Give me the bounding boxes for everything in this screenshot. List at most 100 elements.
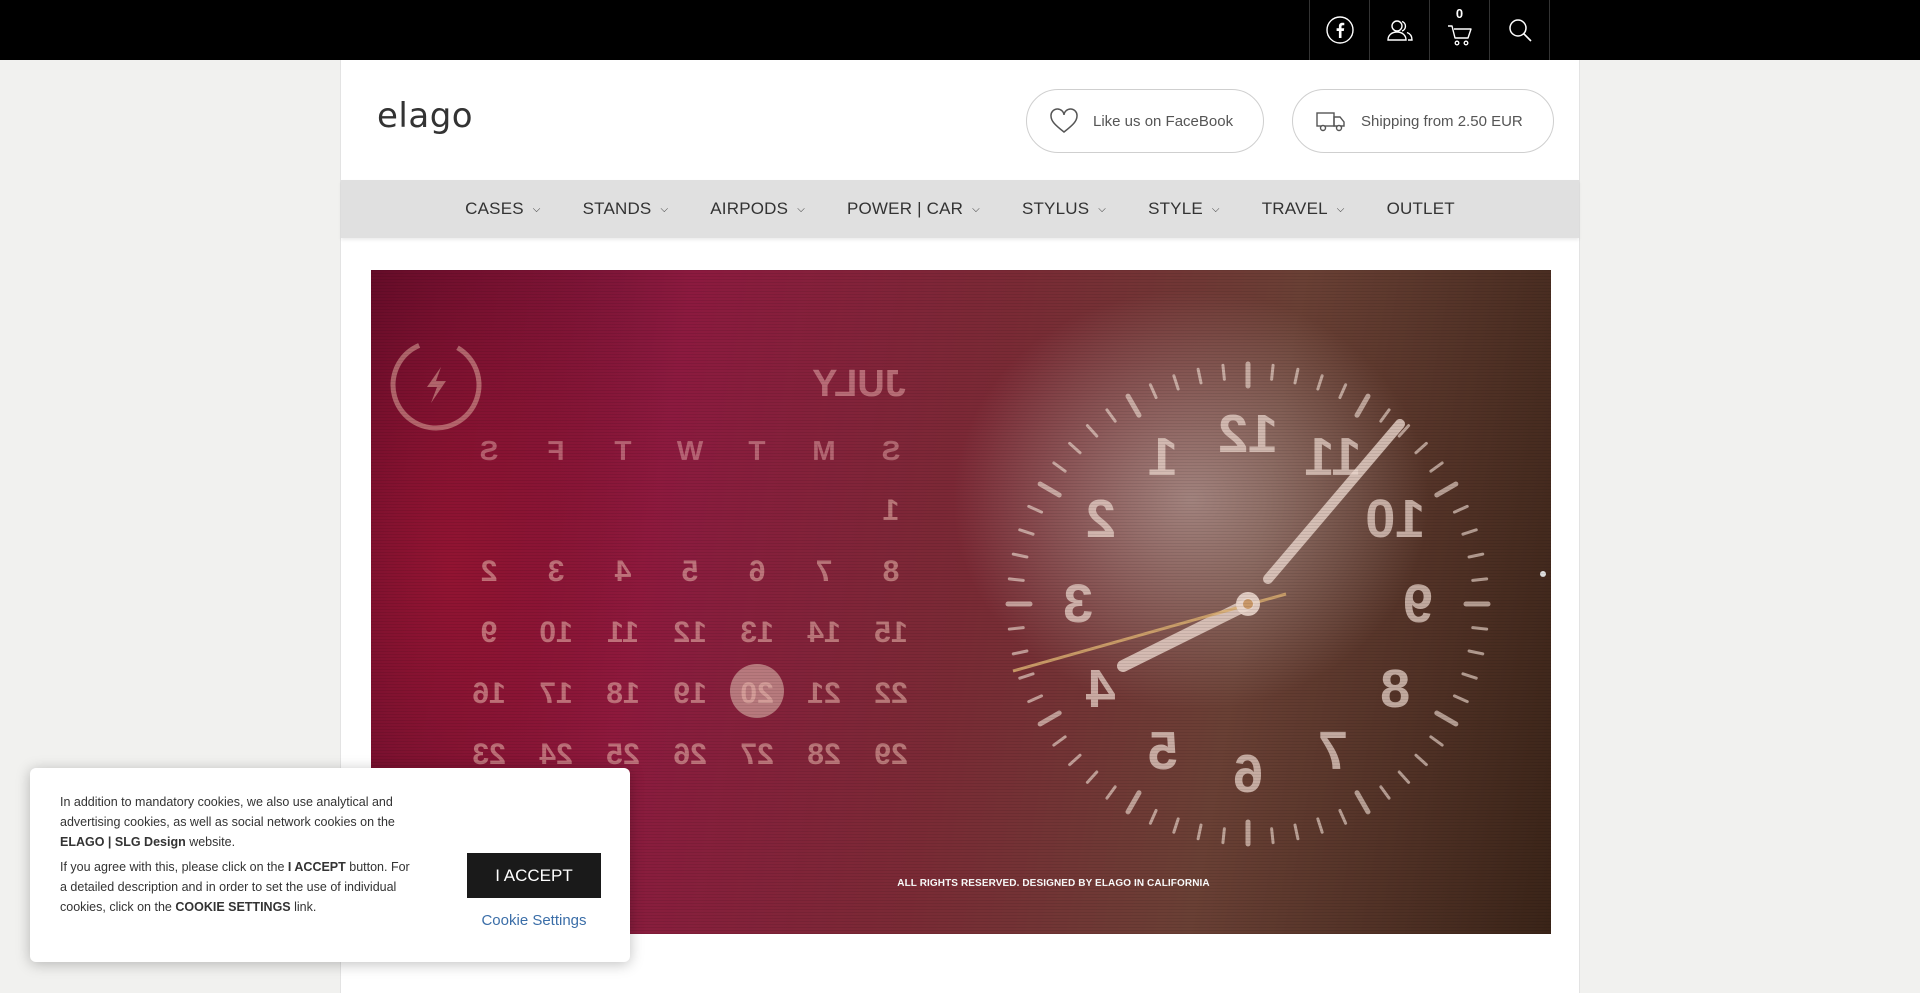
clock-tick	[1414, 441, 1428, 455]
clock-tick	[1429, 461, 1444, 473]
nav-item-stylus[interactable]: STYLUS ⌵	[1022, 199, 1106, 219]
account-button[interactable]	[1370, 0, 1430, 60]
nav-label: AIRPODS	[710, 199, 789, 218]
calendar-weekday: M	[812, 435, 835, 466]
cart-count: 0	[1455, 6, 1464, 21]
nav-label: CASES	[465, 199, 524, 218]
chevron-down-icon: ⌵	[797, 203, 805, 215]
calendar-day: 18	[606, 677, 639, 710]
nav-item-cases[interactable]: CASES ⌵	[465, 199, 540, 219]
top-bar: 0	[0, 0, 1920, 60]
calendar-day: 13	[740, 616, 773, 649]
cart-button[interactable]: 0	[1430, 0, 1490, 60]
cookie-brand: ELAGO | SLG Design	[60, 835, 186, 849]
nav-item-travel[interactable]: TRAVEL ⌵	[1262, 199, 1345, 219]
clock-tick	[1011, 649, 1029, 656]
cookie-text-segment: website.	[185, 835, 236, 849]
clock-tick	[1354, 393, 1371, 418]
heart-icon	[1050, 108, 1078, 133]
clock-tick	[1172, 817, 1180, 834]
chevron-down-icon: ⌵	[1336, 203, 1345, 215]
nav-item-outlet[interactable]: OUTLET	[1387, 199, 1455, 219]
slider-dot	[1540, 571, 1546, 577]
calendar-day: 3	[548, 555, 565, 588]
calendar-day: 17	[539, 677, 572, 710]
calendar-day: 27	[740, 738, 773, 771]
clock-tick	[1461, 672, 1478, 680]
chevron-down-icon: ⌵	[972, 203, 980, 215]
facebook-like-button[interactable]: Like us on FaceBook	[1026, 89, 1264, 153]
calendar-day: 7	[816, 555, 833, 588]
calendar-weekday: S	[480, 435, 499, 466]
clock-tick	[1052, 735, 1067, 747]
clock-tick	[1085, 770, 1099, 784]
calendar-day: 15	[874, 616, 907, 649]
clock-center-dot	[1243, 599, 1253, 609]
cookie-text-1: In addition to mandatory cookies, we als…	[60, 792, 410, 852]
clock-tick	[1052, 461, 1067, 473]
facebook-button[interactable]	[1310, 0, 1370, 60]
cookie-text-segment: If you agree with this, please click on …	[60, 860, 288, 874]
shipping-info-button[interactable]: Shipping from 2.50 EUR	[1292, 89, 1554, 153]
calendar-weekday: S	[882, 435, 901, 466]
clock-tick	[1379, 408, 1391, 423]
calendar-day: 14	[807, 616, 841, 649]
accept-cookies-button[interactable]: I ACCEPT	[467, 853, 601, 898]
calendar-weekday: W	[676, 435, 703, 466]
calendar-day: 23	[472, 738, 505, 771]
clock-tick	[1414, 753, 1428, 767]
nav-label: POWER | CAR	[846, 199, 964, 218]
nav-item-style[interactable]: STYLE ⌵	[1148, 199, 1220, 219]
chevron-down-icon: ⌵	[1211, 203, 1220, 215]
cookie-accept-ref: I ACCEPT	[287, 860, 346, 874]
cookie-settings-link[interactable]: Cookie Settings	[448, 912, 620, 929]
search-icon	[1508, 19, 1532, 42]
clock-tick	[1027, 504, 1044, 514]
clock-tick	[1172, 374, 1180, 391]
calendar-day: 16	[472, 677, 505, 710]
clock-numeral: 2	[1086, 489, 1116, 549]
calendar-day: 24	[539, 738, 573, 771]
clock-numeral: 4	[1086, 659, 1116, 719]
clock-tick	[1397, 770, 1411, 784]
calendar-weekday: T	[748, 435, 765, 466]
calendar-day: 22	[874, 677, 907, 710]
cookie-banner: In addition to mandatory cookies, we als…	[30, 768, 630, 962]
clock-tick	[1068, 753, 1082, 767]
clock-numeral: 7	[1318, 721, 1348, 781]
clock-tick	[1221, 363, 1226, 381]
clock-tick	[1461, 528, 1478, 536]
topbar-icons: 0	[1309, 0, 1550, 60]
calendar-day: 21	[807, 677, 840, 710]
calendar-day: 5	[682, 555, 699, 588]
account-icon	[1386, 20, 1413, 41]
clock-tick	[1007, 577, 1025, 582]
clock-tick	[1354, 790, 1371, 815]
calendar-day: 10	[539, 616, 572, 649]
nav-item-power-car[interactable]: POWER | CAR ⌵	[847, 199, 980, 219]
nav-item-airpods[interactable]: AIRPODS ⌵	[710, 199, 805, 219]
clock-tick	[1105, 785, 1117, 800]
cookie-text-segment: link.	[290, 900, 317, 914]
clock-tick	[1467, 552, 1485, 559]
clock-numeral: 10	[1365, 489, 1425, 549]
clock-tick	[1037, 481, 1062, 498]
site-logo[interactable]: elago	[377, 96, 473, 136]
clock-tick	[1452, 504, 1469, 514]
clock-tick	[1018, 672, 1035, 680]
clock-tick	[1338, 808, 1348, 825]
clock-tick	[1452, 694, 1469, 704]
nav-item-stands[interactable]: STANDS ⌵	[583, 199, 669, 219]
clock-tick	[1270, 363, 1275, 381]
search-button[interactable]	[1490, 0, 1550, 60]
calendar-day: 8	[883, 555, 900, 588]
clock-numeral: 12	[1218, 404, 1278, 464]
calendar-day: 6	[749, 555, 766, 588]
calendar-day: 26	[673, 738, 706, 771]
clock-tick	[1293, 823, 1300, 841]
calendar-day: 12	[673, 616, 706, 649]
nav-label: STANDS	[582, 199, 652, 218]
calendar-day: 2	[481, 555, 498, 588]
clock-numeral: 1	[1148, 427, 1178, 487]
cookie-settings-ref: COOKIE SETTINGS	[175, 900, 291, 914]
